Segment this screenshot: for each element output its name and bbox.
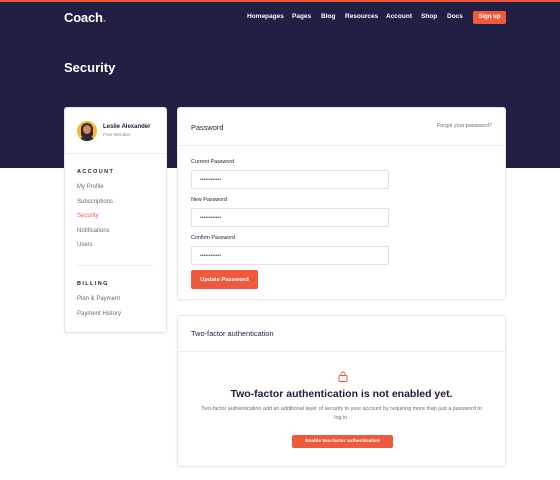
- current-password-input[interactable]: [191, 170, 389, 189]
- sidebar-item-subscriptions[interactable]: Subscriptions: [77, 199, 113, 205]
- nav-link-account[interactable]: Account: [386, 13, 412, 20]
- new-password-input[interactable]: [191, 208, 389, 227]
- sidebar-item-payment-history[interactable]: Payment History: [77, 311, 121, 317]
- current-password-label: Current Password: [191, 159, 235, 165]
- sidebar-separator: [77, 265, 153, 266]
- lock-icon: [338, 371, 348, 382]
- card-divider: [178, 145, 505, 146]
- two-factor-description: Two-factor authentication add an additio…: [201, 406, 482, 421]
- brand-logo[interactable]: Coach.: [64, 10, 106, 25]
- page-title: Security: [64, 60, 116, 75]
- nav-link-resources[interactable]: Resources: [345, 13, 378, 20]
- new-password-label: New Password: [191, 197, 227, 203]
- nav-link-blog[interactable]: Blog: [321, 13, 335, 20]
- user-name: Leslie Alexander: [103, 124, 151, 130]
- two-factor-card: Two-factor authentication Two-factor aut…: [177, 315, 506, 467]
- nav-link-homepages[interactable]: Homepages: [247, 13, 284, 20]
- sidebar-item-security[interactable]: Security: [77, 213, 99, 219]
- password-card-title: Password: [191, 123, 224, 132]
- two-factor-headline: Two-factor authentication is not enabled…: [230, 388, 453, 400]
- avatar: [77, 121, 97, 141]
- user-role: Free Member: [103, 132, 131, 137]
- update-password-button[interactable]: Update Password: [191, 270, 258, 289]
- nav-link-shop[interactable]: Shop: [421, 13, 437, 20]
- signup-button[interactable]: Sign up: [473, 11, 506, 24]
- nav-link-pages[interactable]: Pages: [292, 13, 311, 20]
- top-navbar: Coach. Homepages Pages Blog Resources Ac…: [0, 2, 560, 30]
- sidebar-item-users[interactable]: Users: [77, 242, 93, 248]
- card-divider: [178, 351, 505, 352]
- two-factor-card-title: Two-factor authentication: [191, 329, 274, 338]
- confirm-password-input[interactable]: [191, 246, 389, 265]
- enable-two-factor-button[interactable]: Enable two-factor authentication: [292, 435, 393, 448]
- sidebar-item-plan-payment[interactable]: Plan & Payment: [77, 296, 120, 302]
- sidebar-item-notifications[interactable]: Notifications: [77, 228, 110, 234]
- forgot-password-link[interactable]: Forgot your password?: [437, 123, 492, 129]
- sidebar-item-my-profile[interactable]: My Profile: [77, 184, 104, 190]
- sidebar-divider: [65, 153, 166, 154]
- section-heading-billing: BILLING: [77, 281, 109, 287]
- confirm-password-label: Confirm Password: [191, 235, 236, 241]
- section-heading-account: ACCOUNT: [77, 169, 115, 175]
- password-card: Password Forgot your password? Current P…: [177, 107, 506, 300]
- nav-link-docs[interactable]: Docs: [447, 13, 463, 20]
- settings-sidebar: Leslie Alexander Free Member ACCOUNT My …: [64, 107, 167, 333]
